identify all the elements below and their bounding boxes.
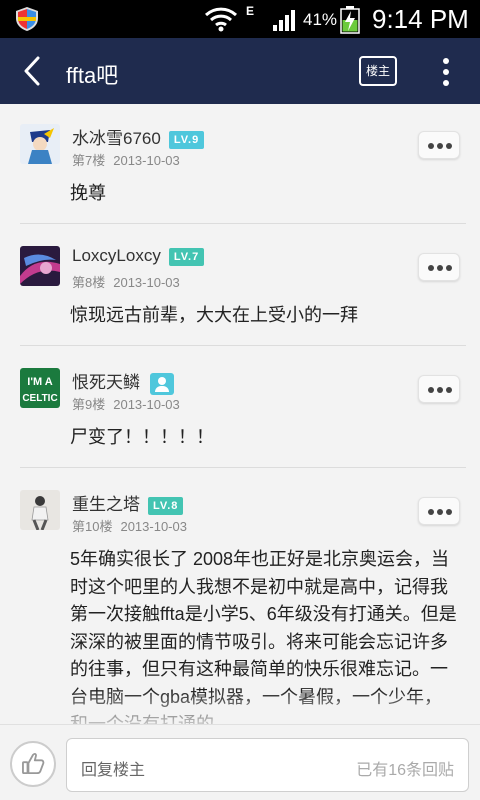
post-list: 水冰雪6760 LV.9 第7楼 2013-10-03 挽尊 LoxcyLoxcy L… — [0, 104, 480, 724]
level-badge: LV.7 — [168, 247, 205, 266]
divider — [20, 467, 466, 468]
avatar[interactable] — [20, 124, 60, 164]
post-author[interactable]: 水冰雪6760 LV.9 — [72, 124, 205, 149]
level-badge: LV.8 — [148, 496, 184, 515]
shield-icon — [16, 7, 38, 31]
post-item: 水冰雪6760 LV.9 第7楼 2013-10-03 挽尊 — [0, 104, 480, 224]
divider — [20, 345, 466, 346]
post-content: 惊现远古前辈，大大在上受小的一拜 — [70, 305, 358, 325]
avatar-logo-text: I'M A — [27, 376, 52, 388]
post-author[interactable]: LoxcyLoxcy LV.7 — [72, 246, 205, 266]
avatar[interactable]: I'M A CELTIC — [20, 368, 60, 408]
post-meta: 第9楼 2013-10-03 — [72, 394, 180, 413]
signal-icon — [273, 10, 295, 31]
post-item: LoxcyLoxcy LV.7 第8楼 2013-10-03 惊现远古前辈，大大在上… — [0, 226, 480, 346]
user-icon — [150, 372, 174, 395]
author-name[interactable]: 水冰雪6760 — [72, 129, 161, 148]
reply-placeholder: 回复楼主 — [81, 762, 146, 779]
post-meta: 第8楼 2013-10-03 — [72, 272, 180, 291]
post-item: 重生之塔 LV.8 第10楼 2013-10-03 5年确实很长了 2008年也正好… — [0, 470, 480, 724]
reply-count: 已有16条回贴 — [356, 762, 454, 779]
post-menu-ellipsis-icon[interactable] — [418, 497, 460, 525]
post-item: I'M A CELTIC 恨死天鳞 第9楼 2013-10-03 尸变了！！！！！ — [0, 348, 480, 468]
status-bar: E 41% 9:14 PM — [0, 0, 480, 38]
wifi-icon — [204, 7, 238, 32]
post-date: 2013-10-03 — [120, 519, 187, 534]
overflow-menu-icon[interactable] — [436, 54, 456, 90]
thumbs-up-icon[interactable] — [10, 741, 56, 787]
reply-input[interactable]: 回复楼主 已有16条回贴 — [66, 738, 469, 792]
post-author[interactable]: 恨死天鳞 — [72, 368, 174, 395]
author-name[interactable]: 恨死天鳞 — [72, 373, 140, 392]
network-type: E — [246, 4, 255, 18]
post-menu-ellipsis-icon[interactable] — [418, 253, 460, 281]
post-date: 2013-10-03 — [113, 397, 180, 412]
floor-number: 第8楼 — [72, 275, 106, 290]
author-name[interactable]: LoxcyLoxcy — [72, 246, 161, 265]
battery-charging-icon — [340, 6, 360, 34]
avatar-logo-text: CELTIC — [22, 393, 57, 404]
post-date: 2013-10-03 — [113, 275, 180, 290]
clock: 9:14 PM — [372, 4, 469, 34]
author-name[interactable]: 重生之塔 — [72, 495, 140, 514]
reply-bar: 回复楼主 已有16条回贴 — [0, 724, 480, 800]
floor-number: 第10楼 — [72, 519, 113, 534]
divider — [20, 223, 466, 224]
post-meta: 第7楼 2013-10-03 — [72, 150, 180, 169]
post-meta: 第10楼 2013-10-03 — [72, 516, 187, 535]
app-bar: ffta吧 楼主 — [0, 38, 480, 104]
floor-number: 第9楼 — [72, 397, 106, 412]
post-content: 尸变了！！！！！ — [70, 427, 214, 447]
post-menu-ellipsis-icon[interactable] — [418, 375, 460, 403]
floor-number: 第7楼 — [72, 153, 106, 168]
post-author[interactable]: 重生之塔 LV.8 — [72, 490, 184, 515]
page-title: ffta吧 — [66, 63, 119, 88]
only-owner-button[interactable]: 楼主 — [359, 56, 397, 86]
battery-percent: 41% — [303, 10, 338, 29]
avatar[interactable] — [20, 490, 60, 530]
post-date: 2013-10-03 — [113, 153, 180, 168]
post-content: 挽尊 — [70, 183, 106, 203]
level-badge: LV.9 — [168, 130, 205, 149]
post-menu-ellipsis-icon[interactable] — [418, 131, 460, 159]
avatar[interactable] — [20, 246, 60, 286]
back-chevron-icon[interactable] — [16, 54, 50, 88]
